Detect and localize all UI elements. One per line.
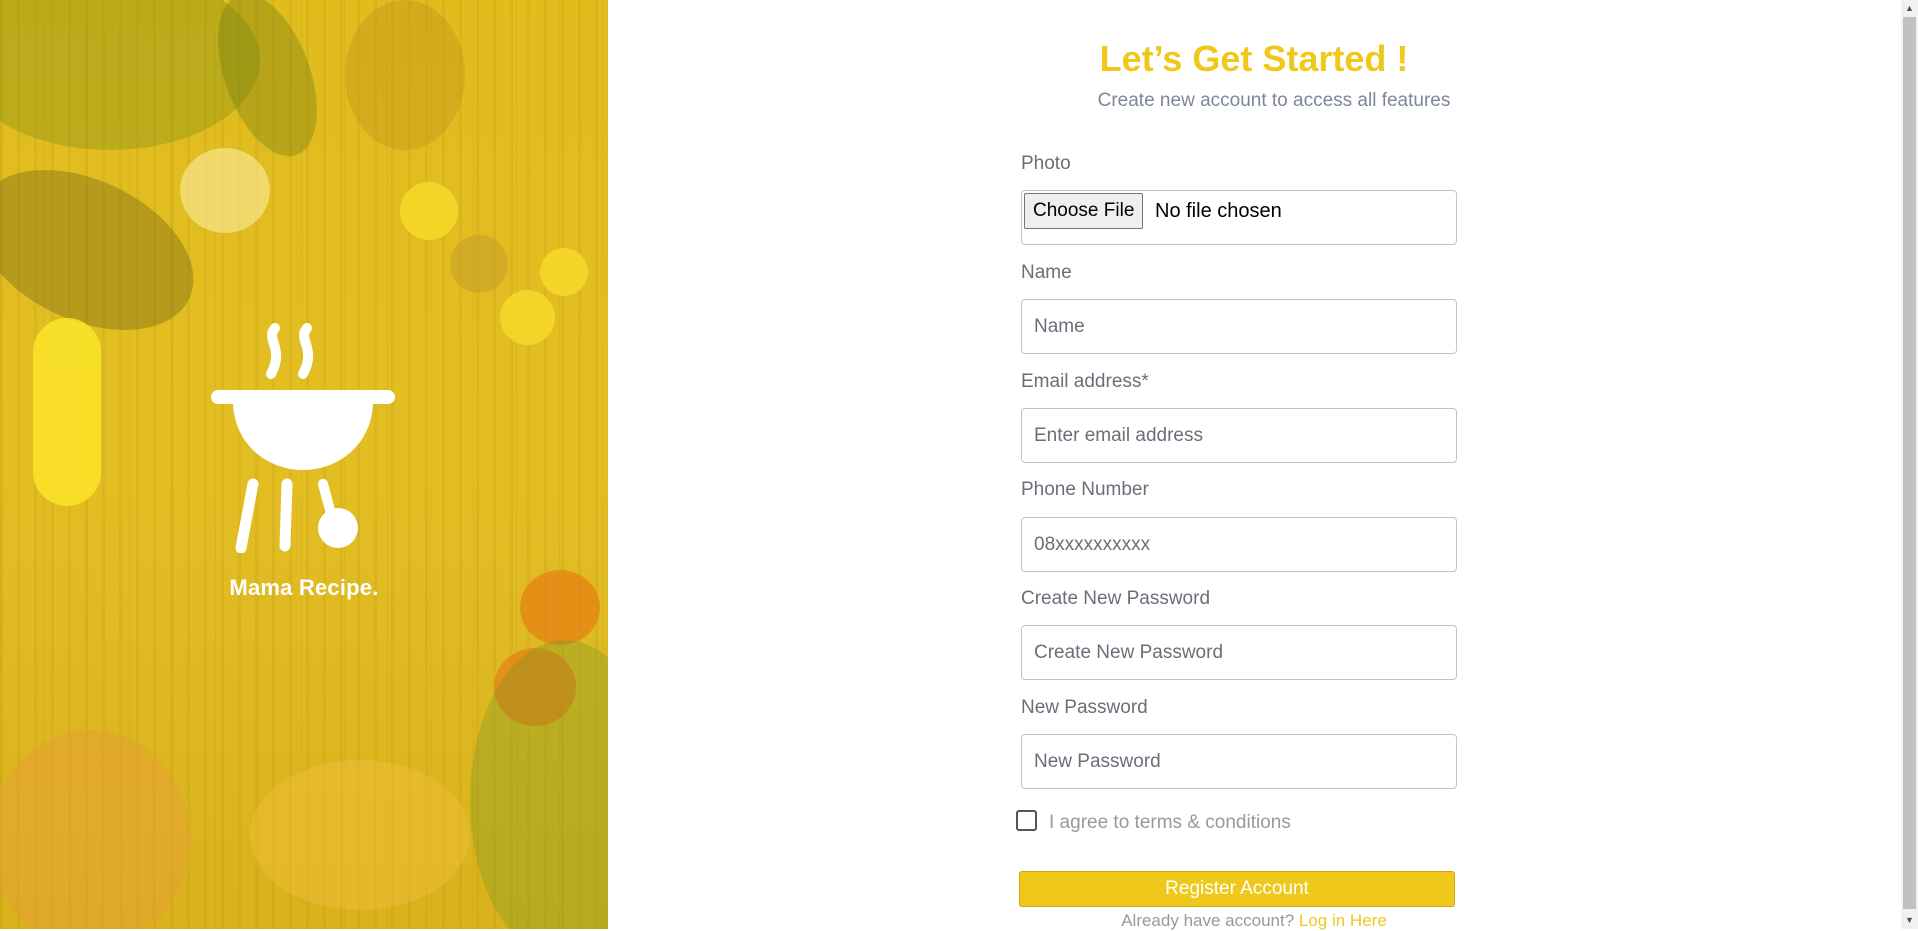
lemon-decoration — [540, 248, 588, 296]
new-password-input[interactable] — [1022, 735, 1456, 788]
meat-decoration — [0, 730, 190, 929]
shrimp-decoration — [250, 760, 470, 910]
login-link[interactable]: Log in Here — [1299, 911, 1387, 930]
page-subtitle: Create new account to access all feature… — [1097, 90, 1451, 111]
name-label: Name — [1021, 262, 1072, 283]
photo-label: Photo — [1021, 153, 1071, 174]
create-password-input[interactable] — [1022, 626, 1456, 679]
file-status: No file chosen — [1155, 200, 1282, 222]
hero-panel: Mama Recipe. — [0, 0, 608, 929]
page-scrollbar[interactable]: ▲ ▼ — [1901, 0, 1918, 929]
spoon-decoration — [450, 235, 508, 293]
page-title: Let’s Get Started ! — [1099, 38, 1409, 79]
lemon-decoration — [400, 182, 458, 240]
grill-icon — [211, 323, 395, 553]
create-password-label: Create New Password — [1021, 588, 1211, 609]
photo-upload-field: Choose File No file chosen — [1021, 190, 1457, 245]
name-field-box — [1021, 299, 1457, 354]
terms-label: I agree to terms & conditions — [1049, 812, 1291, 833]
login-row: Already have account? Log in Here — [1004, 911, 1504, 931]
lemon-decoration — [500, 290, 555, 345]
coconut-decoration — [345, 0, 465, 150]
new-password-label: New Password — [1021, 697, 1148, 718]
email-input[interactable] — [1022, 409, 1456, 462]
new-password-field-box — [1021, 734, 1457, 789]
brand-name: Mama Recipe. — [229, 575, 379, 600]
name-input[interactable] — [1022, 300, 1456, 353]
scroll-down-icon[interactable]: ▼ — [1901, 912, 1918, 929]
choose-file-button[interactable]: Choose File — [1024, 193, 1144, 229]
login-prompt: Already have account? — [1121, 911, 1295, 930]
corn-decoration — [33, 318, 101, 506]
email-label: Email address* — [1021, 371, 1149, 392]
phone-input[interactable] — [1022, 518, 1456, 571]
terms-checkbox[interactable] — [1016, 810, 1037, 831]
create-password-field-box — [1021, 625, 1457, 680]
garlic-decoration — [180, 148, 270, 233]
register-button[interactable]: Register Account — [1019, 871, 1455, 907]
scrollbar-thumb[interactable] — [1903, 17, 1916, 909]
phone-field-box — [1021, 517, 1457, 572]
scroll-up-icon[interactable]: ▲ — [1901, 0, 1918, 17]
greens-decoration — [470, 640, 608, 929]
phone-label: Phone Number — [1021, 479, 1149, 500]
email-field-box — [1021, 408, 1457, 463]
